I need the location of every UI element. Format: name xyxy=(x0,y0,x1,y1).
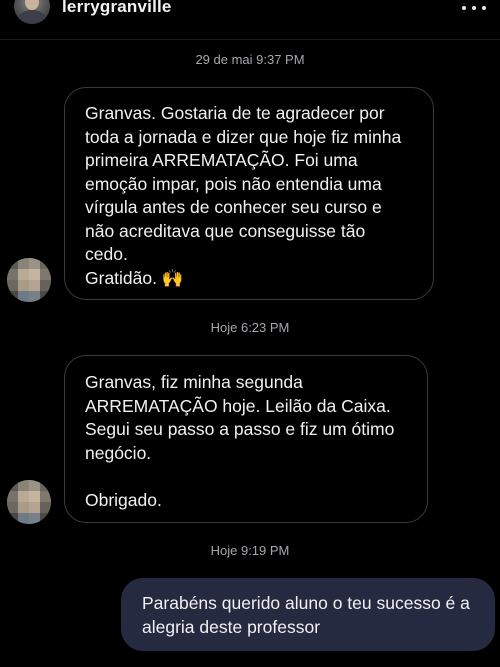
chat-username[interactable]: lerrygranville xyxy=(62,0,172,17)
dot xyxy=(482,6,486,10)
message-timestamp: Hoje 6:23 PM xyxy=(210,320,290,335)
message-text: Parabéns querido aluno o teu sucesso é a… xyxy=(142,593,470,637)
contact-avatar[interactable] xyxy=(7,258,51,302)
message-timestamp: 29 de mai 9:37 PM xyxy=(195,52,305,67)
raised-hands-emoji: 🙌 xyxy=(161,268,184,289)
dot xyxy=(462,6,466,10)
message-text: Granvas, fiz minha segunda ARREMATAÇÃO h… xyxy=(85,372,395,510)
message-timestamp: Hoje 9:19 PM xyxy=(210,543,290,558)
avatar-face xyxy=(25,0,39,10)
contact-avatar[interactable] xyxy=(7,480,51,524)
chat-header: lerrygranville xyxy=(0,0,500,36)
dot xyxy=(472,6,476,10)
incoming-message-bubble[interactable]: Granvas. Gostaria de te agradecer por to… xyxy=(64,87,434,300)
outgoing-message-bubble[interactable]: Parabéns querido aluno o teu sucesso é a… xyxy=(121,578,495,651)
profile-avatar[interactable] xyxy=(14,0,50,24)
more-dots-icon[interactable] xyxy=(462,0,486,18)
header-divider xyxy=(0,39,500,40)
incoming-message-bubble[interactable]: Granvas, fiz minha segunda ARREMATAÇÃO h… xyxy=(64,355,428,523)
message-text: Granvas. Gostaria de te agradecer por to… xyxy=(85,103,402,288)
avatar-shirt xyxy=(18,10,46,24)
